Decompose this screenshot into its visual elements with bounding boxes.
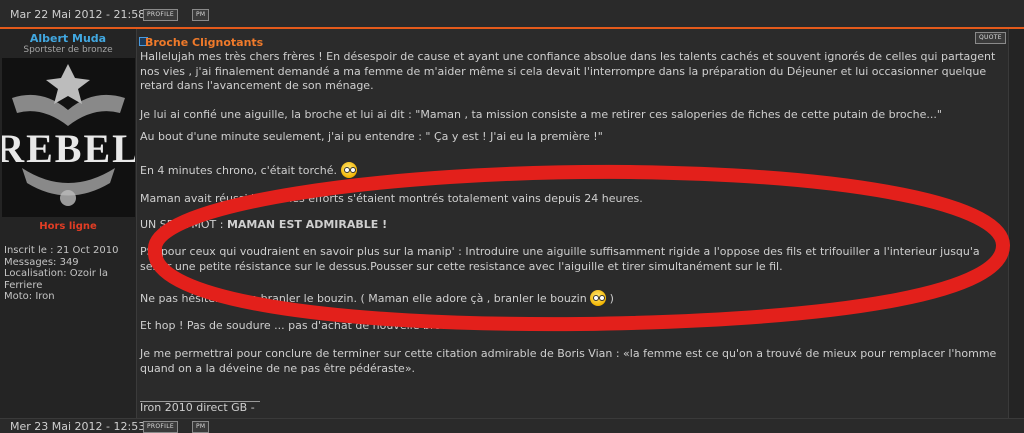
- user-panel: Albert Muda Sportster de bronze REBEL Ho…: [0, 29, 137, 418]
- paragraph-8: Et hop ! Pas de soudure ... pas d'achat …: [140, 319, 475, 332]
- svg-text:REBEL: REBEL: [2, 126, 135, 171]
- next-pm-button[interactable]: PM: [192, 421, 210, 433]
- paragraph-1: Hallelujah mes très chers frères ! En dé…: [140, 50, 996, 92]
- paragraph-4-text: En 4 minutes chrono, c'était torché.: [140, 164, 338, 177]
- bike: Moto: Iron: [4, 291, 55, 303]
- paragraph-5: Maman avait réussi la ou mes efforts s'é…: [140, 192, 643, 205]
- online-status: Hors ligne: [39, 221, 97, 232]
- paragraph-3: Au bout d'une minute seulement, j'ai pu …: [140, 130, 603, 143]
- paragraph-7-end: ): [609, 292, 614, 305]
- username[interactable]: Albert Muda: [0, 32, 136, 45]
- pm-button[interactable]: PM: [192, 9, 210, 21]
- right-column: [1008, 29, 1024, 418]
- quote-button[interactable]: QUOTE: [975, 32, 1006, 44]
- paragraph-2: Je lui ai confié une aiguille, la broche…: [140, 108, 942, 121]
- paragraph-7-text: Ne pas hésiter a bien branler le bouzin.…: [140, 292, 587, 305]
- laugh-emoji-icon: [340, 162, 357, 178]
- avatar: REBEL: [2, 58, 135, 217]
- one-word-label: UN SEUL MOT :: [140, 218, 224, 231]
- user-rank: Sportster de bronze: [23, 45, 113, 55]
- join-date: Inscrit le : 21 Oct 2010: [4, 245, 119, 256]
- next-post-header: Mer 23 Mai 2012 - 12:53 PROFILE PM: [0, 418, 1024, 433]
- paragraph-6: UN SEUL MOT : MAMAN EST ADMIRABLE !: [140, 218, 1005, 233]
- paragraph-ps: PS :pour ceux qui voudraient en savoir p…: [140, 245, 980, 273]
- next-profile-button[interactable]: PROFILE: [143, 421, 178, 433]
- user-info: Inscrit le : 21 Oct 2010 Messages: 349 L…: [4, 245, 132, 303]
- paragraph-4: En 4 minutes chrono, c'était torché.: [140, 162, 1005, 179]
- signature: Iron 2010 direct GB -: [140, 401, 255, 414]
- post-header-bar: Mar 22 Mai 2012 - 21:58 PROFILE PM: [0, 0, 1024, 29]
- post-title: Broche Clignotants: [145, 36, 264, 49]
- paragraph-9: Je me permettrai pour conclure de termin…: [140, 347, 997, 375]
- admirable-text: MAMAN EST ADMIRABLE !: [226, 218, 388, 231]
- next-post-date: Mer 23 Mai 2012 - 12:53: [10, 420, 146, 433]
- profile-button[interactable]: PROFILE: [143, 9, 178, 21]
- post-date: Mar 22 Mai 2012 - 21:58: [10, 8, 146, 21]
- location: Localisation: Ozoir la Ferriere: [4, 268, 108, 291]
- paragraph-7: Ne pas hésiter a bien branler le bouzin.…: [140, 290, 1005, 307]
- wink-emoji-icon: [590, 290, 607, 306]
- avatar-image: REBEL: [2, 58, 135, 217]
- message-count: Messages: 349: [4, 256, 79, 268]
